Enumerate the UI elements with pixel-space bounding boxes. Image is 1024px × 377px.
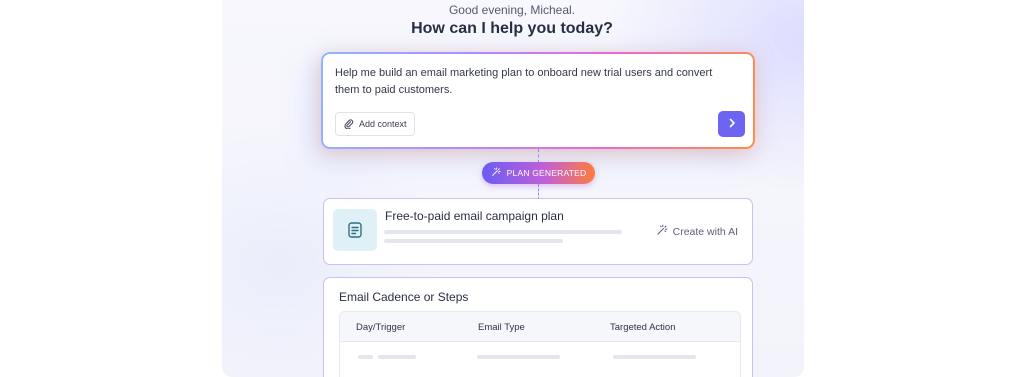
column-header-email-type: Email Type: [478, 322, 525, 333]
connector-line: [538, 149, 539, 163]
placeholder-line: [384, 230, 622, 234]
paperclip-icon: [343, 118, 354, 131]
add-context-label: Add context: [359, 119, 407, 129]
add-context-button[interactable]: Add context: [335, 112, 415, 136]
chevron-right-icon: [727, 115, 737, 133]
magic-wand-icon: [491, 167, 501, 179]
column-header-targeted-action: Targeted Action: [610, 322, 676, 333]
create-with-ai-label: Create with AI: [672, 225, 738, 238]
create-with-ai-button[interactable]: Create with AI: [656, 224, 738, 239]
cadence-title: Email Cadence or Steps: [339, 290, 469, 304]
plan-title: Free-to-paid email campaign plan: [385, 209, 564, 223]
plan-card[interactable]: Free-to-paid email campaign plan Create …: [323, 198, 753, 265]
placeholder-cell: [358, 355, 373, 359]
prompt-input[interactable]: Help me build an email marketing plan to…: [335, 65, 733, 99]
prompt-box: Help me build an email marketing plan to…: [321, 52, 755, 149]
placeholder-cell: [477, 355, 560, 359]
send-button[interactable]: [718, 111, 745, 137]
placeholder-cell: [613, 355, 696, 359]
status-badge-label: PLAN GENERATED: [506, 168, 587, 178]
status-badge: PLAN GENERATED: [482, 162, 595, 184]
page-title: How can I help you today?: [411, 20, 613, 37]
placeholder-line: [384, 239, 563, 243]
magic-wand-icon: [656, 224, 668, 239]
document-icon: [333, 209, 377, 251]
cadence-card: Email Cadence or Steps Day/Trigger Email…: [323, 277, 753, 377]
column-header-day-trigger: Day/Trigger: [356, 322, 406, 333]
prompt-inner: Help me build an email marketing plan to…: [323, 54, 753, 147]
table-header: Day/Trigger Email Type Targeted Action: [340, 312, 740, 342]
greeting-text: Good evening, Micheal.: [448, 3, 576, 17]
cadence-table: Day/Trigger Email Type Targeted Action: [339, 311, 741, 377]
placeholder-cell: [378, 355, 416, 359]
